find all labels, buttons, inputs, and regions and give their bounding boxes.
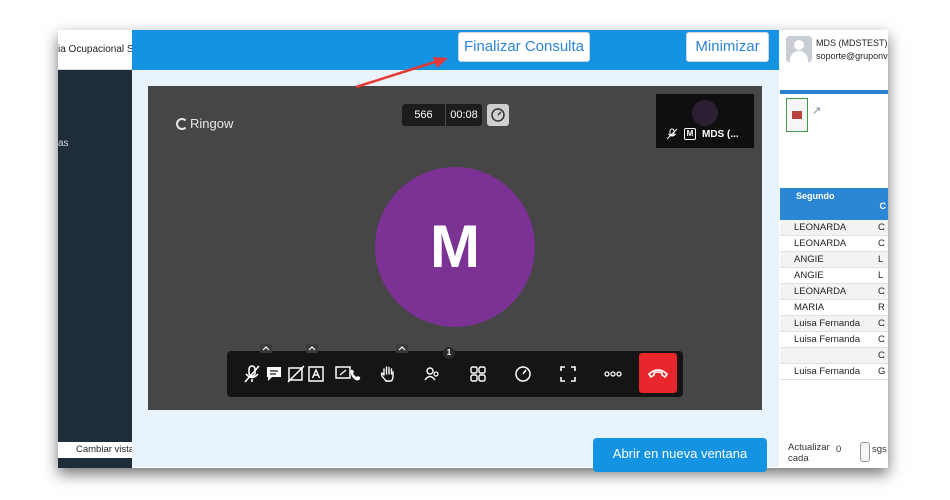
row-fragment-cell: G (878, 366, 886, 377)
refresh-spinner[interactable] (860, 442, 870, 462)
table-header: Segundo C (780, 188, 888, 220)
row-name-cell (780, 348, 878, 363)
grid-view-button[interactable] (463, 359, 493, 389)
speed-icon (515, 366, 531, 382)
text-button[interactable] (301, 359, 331, 389)
ringow-logo: Ringow (176, 116, 233, 131)
user-name: MDS (MDSTEST) (816, 38, 888, 48)
minimizar-button[interactable]: Minimizar (686, 32, 769, 62)
user-panel[interactable]: MDS (MDSTEST) soporte@gruponv (780, 30, 888, 70)
counter-value: 566 (402, 104, 446, 126)
modal-header: Finalizar Consulta Minimizar (132, 30, 779, 70)
screen-share-call-button[interactable] (333, 359, 363, 389)
refresh-value[interactable]: 0 (836, 444, 841, 455)
table-row[interactable]: MARIA R (780, 300, 888, 316)
row-fragment-cell: R (878, 302, 885, 313)
table-row[interactable]: LEONARDA C (780, 220, 888, 236)
row-fragment-cell: C (878, 238, 885, 249)
column-header-segundo[interactable]: Segundo (796, 191, 879, 220)
raise-hand-icon (380, 366, 394, 382)
finalizar-consulta-button[interactable]: Finalizar Consulta (458, 32, 590, 62)
abrir-nueva-ventana-button[interactable]: Abrir en nueva ventana (593, 438, 767, 472)
chevron-up-icon (398, 346, 406, 351)
text-options-caret[interactable] (306, 344, 318, 353)
fullscreen-icon (560, 366, 576, 382)
table-row[interactable]: ANGIE L (780, 252, 888, 268)
more-options-button[interactable] (598, 359, 628, 389)
chevron-up-icon (308, 346, 316, 351)
chat-options-caret[interactable] (260, 344, 272, 353)
thumbnail-name: MDS (... (702, 128, 739, 140)
video-call-modal: Finalizar Consulta Minimizar Ringow 566 … (132, 30, 779, 472)
row-name-cell: Luisa Fernanda (794, 334, 861, 345)
refresh-control: Actualizar cada 0 sgs (780, 440, 888, 468)
screen-call-icon (335, 366, 361, 381)
chevron-up-icon (262, 346, 270, 351)
row-name-cell: ANGIE (794, 270, 824, 281)
participants-button[interactable] (417, 359, 447, 389)
table-row[interactable]: Luisa Fernanda C (780, 332, 888, 348)
brand-name: Ringow (190, 116, 234, 131)
row-name-cell: ANGIE (794, 254, 824, 265)
more-icon (604, 371, 622, 377)
row-fragment-cell: C (878, 318, 885, 329)
table-row[interactable]: ANGIE L (780, 268, 888, 284)
ringow-logo-icon (176, 117, 188, 130)
row-name-cell: LEONARDA (794, 286, 847, 297)
table-row[interactable]: Luisa Fernanda C (780, 316, 888, 332)
participant-avatar: M (375, 167, 535, 327)
column-header-fragment: C (879, 201, 886, 211)
signal-icon[interactable]: ↗ (812, 104, 821, 117)
text-icon (308, 366, 324, 382)
video-area: Ringow 566 00:08 M MDS (... M 1 (148, 86, 762, 410)
participants-icon (424, 367, 439, 381)
speed-test-button[interactable] (487, 104, 509, 126)
fullscreen-button[interactable] (553, 359, 583, 389)
background-right-panel: ↗ Segundo C LEONARDA C LEONARDA C ANGIE L ANGI… (780, 70, 888, 468)
hangup-icon (648, 369, 668, 378)
background-sidebar: as (58, 70, 132, 468)
row-fragment-cell: L (878, 270, 884, 281)
speedometer-icon (491, 108, 505, 122)
row-fragment-cell: L (878, 254, 884, 265)
row-fragment-cell: C (878, 286, 885, 297)
panel-strip (780, 90, 888, 94)
hangup-button[interactable] (639, 353, 677, 393)
patients-table: Segundo C LEONARDA C LEONARDA C ANGIE L ANGIE L… (780, 188, 888, 380)
user-email: soporte@gruponv (816, 51, 888, 61)
call-counter: 566 00:08 (402, 104, 482, 126)
row-fragment-cell: C (878, 222, 885, 233)
self-view-thumbnail[interactable]: M MDS (... (656, 94, 754, 148)
raise-hand-button[interactable] (373, 359, 403, 389)
connection-speed-button[interactable] (508, 359, 538, 389)
thumbnail-bar: M MDS (... (666, 128, 739, 140)
table-row[interactable]: Luisa Fernanda G (780, 364, 888, 380)
refresh-unit: sgs (872, 444, 887, 455)
table-row[interactable]: C (780, 348, 888, 364)
row-name-cell: LEONARDA (794, 222, 847, 233)
user-avatar-icon (786, 36, 812, 62)
row-fragment-cell: C (878, 350, 885, 361)
mic-off-icon (666, 128, 678, 140)
table-row[interactable]: LEONARDA C (780, 284, 888, 300)
row-fragment-cell: C (878, 334, 885, 345)
sidebar-text[interactable]: as (58, 138, 69, 149)
row-name-cell: Luisa Fernanda (794, 366, 861, 377)
row-name-cell: MARIA (794, 302, 825, 313)
modal-body: Ringow 566 00:08 M MDS (... M 1 Abrir en… (132, 70, 779, 472)
hand-options-caret[interactable] (396, 344, 408, 353)
call-timer: 00:08 (450, 109, 478, 121)
call-toolbar: 1 (227, 344, 683, 397)
refresh-label: Actualizar cada (788, 442, 830, 464)
grid-view-icon (470, 366, 486, 382)
row-name-cell: Luisa Fernanda (794, 318, 861, 329)
participants-count-badge: 1 (443, 347, 455, 359)
thumbnail-avatar (692, 100, 718, 126)
thumbnail-badge: M (684, 128, 696, 140)
row-name-cell: LEONARDA (794, 238, 847, 249)
cambiar-vista-link[interactable]: Cambiar vista (58, 442, 134, 458)
document-icon-button[interactable] (786, 98, 808, 132)
table-row[interactable]: LEONARDA C (780, 236, 888, 252)
